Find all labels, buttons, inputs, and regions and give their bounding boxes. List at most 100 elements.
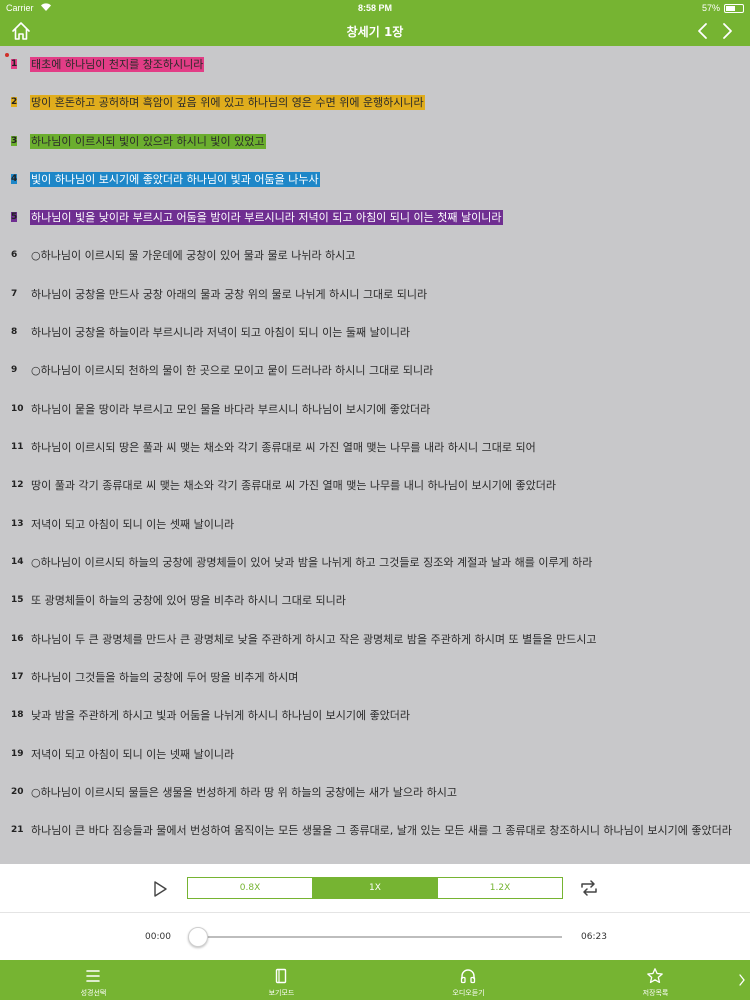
verse-number: 9 bbox=[11, 365, 18, 375]
verse-text: ○하나님이 이르시되 하늘의 궁창에 광명체들이 있어 낮과 밤을 나뉘게 하고… bbox=[30, 554, 740, 571]
verse-text: 하나님이 이르시되 빛이 있으라 하시니 빛이 있었고 bbox=[30, 133, 740, 150]
repeat-icon[interactable] bbox=[578, 878, 600, 898]
verse-text: 하나님이 빛을 낮이라 부르시고 어둠을 밤이라 부르시니라 저녁이 되고 아침… bbox=[30, 209, 740, 226]
verse-text-content: 태초에 하나님이 천지를 창조하시니라 bbox=[30, 57, 205, 72]
chevron-right-icon[interactable] bbox=[716, 20, 738, 42]
verse-text-content: 하나님이 빛을 낮이라 부르시고 어둠을 밤이라 부르시니라 저녁이 되고 아침… bbox=[30, 210, 503, 225]
speed-option-1-2x[interactable]: 1.2X bbox=[438, 878, 562, 898]
verse-number: 17 bbox=[11, 672, 24, 682]
verse-text-content: 하나님이 그것들을 하늘의 궁창에 두어 땅을 비추게 하시며 bbox=[31, 671, 299, 684]
battery-level bbox=[726, 6, 735, 11]
verse-text: ○하나님이 이르시되 천하의 물이 한 곳으로 모이고 뭍이 드러나라 하시니 … bbox=[30, 362, 740, 379]
verse-text-content: 낮과 밤을 주관하게 하시고 빛과 어둠을 나뉘게 하시니 하나님이 보시기에 … bbox=[31, 709, 411, 722]
verse-text: 하나님이 그것들을 하늘의 궁창에 두어 땅을 비추게 하시며 bbox=[30, 669, 740, 686]
chapter-title: 창세기 1장 bbox=[346, 25, 404, 39]
verse-text-content: ○하나님이 이르시되 하늘의 궁창에 광명체들이 있어 낮과 밤을 나뉘게 하고… bbox=[31, 556, 593, 569]
verse-text: 하나님이 이르시되 땅은 풀과 씨 맺는 채소와 각기 종류대로 씨 가진 열매… bbox=[30, 439, 740, 456]
tab-label: 성경선택 bbox=[80, 989, 107, 997]
tab-label: 오디오듣기 bbox=[452, 989, 485, 997]
speed-option-1x[interactable]: 1X bbox=[313, 878, 438, 898]
verse-text-content: 저녁이 되고 아침이 되니 이는 넷째 날이니라 bbox=[31, 748, 235, 761]
tab-saved-list[interactable]: 저장목록 bbox=[562, 960, 749, 1000]
verse-text: 태초에 하나님이 천지를 창조하시니라 bbox=[30, 56, 740, 73]
verse-number: 5 bbox=[11, 212, 18, 222]
verse-number: 13 bbox=[11, 519, 24, 529]
progress-track[interactable] bbox=[196, 936, 562, 938]
play-icon[interactable] bbox=[150, 879, 170, 899]
speed-option-0-8x[interactable]: 0.8X bbox=[188, 878, 313, 898]
verse-text-content: 땅이 혼돈하고 공허하며 흑암이 깊음 위에 있고 하나님의 영은 수면 위에 … bbox=[30, 95, 425, 110]
verse-text-content: 땅이 풀과 각기 종류대로 씨 맺는 채소와 각기 종류대로 씨 가진 열매 맺… bbox=[31, 479, 556, 492]
verse-number: 12 bbox=[11, 480, 24, 490]
verse-text: 하나님이 궁창을 하늘이라 부르시니라 저녁이 되고 아침이 되니 이는 둘째 … bbox=[30, 324, 740, 341]
verse-text: 땅이 풀과 각기 종류대로 씨 맺는 채소와 각기 종류대로 씨 가진 열매 맺… bbox=[30, 477, 740, 494]
verse-number: 3 bbox=[11, 136, 18, 146]
verse-number: 14 bbox=[11, 557, 24, 567]
verse-text-content: 저녁이 되고 아침이 되니 이는 셋째 날이니라 bbox=[31, 518, 235, 531]
verse-text: 하나님이 두 큰 광명체를 만드사 큰 광명체로 낮을 주관하게 하시고 작은 … bbox=[30, 631, 740, 648]
verse-text: 저녁이 되고 아침이 되니 이는 넷째 날이니라 bbox=[30, 746, 740, 763]
speed-selector: 0.8X 1X 1.2X bbox=[187, 877, 563, 899]
status-bar: Carrier 8:58 PM 57% bbox=[0, 0, 750, 16]
verse-text: 하나님이 뭍을 땅이라 부르시고 모인 물을 바다라 부르시니 하나님이 보시기… bbox=[30, 401, 740, 418]
current-time: 00:00 bbox=[145, 932, 171, 942]
verse-text: ○하나님이 이르시되 물들은 생물을 번성하게 하라 땅 위 하늘의 궁창에는 … bbox=[30, 784, 740, 801]
tab-bar: 성경선택 보기모드 오디오듣기 저장목록 bbox=[0, 960, 750, 1000]
verse-text-content: 또 광명체들이 하늘의 궁창에 있어 땅을 비추라 하시니 그대로 되니라 bbox=[31, 594, 346, 607]
total-time: 06:23 bbox=[581, 932, 607, 942]
verse-text-content: ○하나님이 이르시되 물들은 생물을 번성하게 하라 땅 위 하늘의 궁창에는 … bbox=[31, 786, 457, 799]
verse-text: 하나님이 큰 바다 짐승들과 물에서 번성하여 움직이는 모든 생물을 그 종류… bbox=[30, 822, 740, 839]
verse-text-content: 하나님이 궁창을 하늘이라 부르시니라 저녁이 되고 아침이 되니 이는 둘째 … bbox=[31, 326, 411, 339]
verse-number: 7 bbox=[11, 289, 18, 299]
verse-number: 21 bbox=[11, 825, 24, 835]
tab-bible-select[interactable]: 성경선택 bbox=[0, 960, 187, 1000]
verse-text: 저녁이 되고 아침이 되니 이는 셋째 날이니라 bbox=[30, 516, 740, 533]
tab-audio[interactable]: 오디오듣기 bbox=[375, 960, 562, 1000]
verse-number: 16 bbox=[11, 634, 24, 644]
list-icon bbox=[86, 970, 100, 982]
verse-text-content: 하나님이 이르시되 땅은 풀과 씨 맺는 채소와 각기 종류대로 씨 가진 열매… bbox=[31, 441, 536, 454]
verse-text-content: 빛이 하나님이 보시기에 좋았더라 하나님이 빛과 어둠을 나누사 bbox=[30, 172, 320, 187]
headphones-icon bbox=[460, 969, 476, 984]
chevron-right-icon[interactable] bbox=[738, 974, 746, 986]
verse-text: ○하나님이 이르시되 물 가운데에 궁창이 있어 물과 물로 나뉘라 하시고 bbox=[30, 247, 740, 264]
verse-number: 1 bbox=[11, 59, 18, 69]
verse-text: 또 광명체들이 하늘의 궁창에 있어 땅을 비추라 하시니 그대로 되니라 bbox=[30, 592, 740, 609]
verse-text-content: 하나님이 큰 바다 짐승들과 물에서 번성하여 움직이는 모든 생물을 그 종류… bbox=[31, 824, 732, 837]
verse-number: 18 bbox=[11, 710, 24, 720]
tab-view-mode[interactable]: 보기모드 bbox=[188, 960, 375, 1000]
verse-number: 4 bbox=[11, 174, 18, 184]
progress-thumb[interactable] bbox=[188, 927, 208, 947]
verse-number: 19 bbox=[11, 749, 24, 759]
star-icon bbox=[647, 968, 663, 984]
navigation-bar: 창세기 1장 bbox=[0, 16, 750, 46]
verse-text-content: 하나님이 두 큰 광명체를 만드사 큰 광명체로 낮을 주관하게 하시고 작은 … bbox=[31, 633, 597, 646]
verse-number: 15 bbox=[11, 595, 24, 605]
verse-number: 8 bbox=[11, 327, 18, 337]
verse-number: 20 bbox=[11, 787, 24, 797]
verse-text: 하나님이 궁창을 만드사 궁창 아래의 물과 궁창 위의 물로 나뉘게 하시니 … bbox=[30, 286, 740, 303]
tab-label: 보기모드 bbox=[268, 989, 295, 997]
bookmark-dot bbox=[5, 53, 9, 57]
tab-label: 저장목록 bbox=[642, 989, 669, 997]
audio-player: 0.8X 1X 1.2X 00:00 06:23 bbox=[0, 864, 750, 960]
battery-percent: 57% bbox=[701, 3, 720, 13]
status-time: 8:58 PM bbox=[357, 3, 392, 13]
verse-text-content: 하나님이 궁창을 만드사 궁창 아래의 물과 궁창 위의 물로 나뉘게 하시니 … bbox=[31, 288, 428, 301]
player-divider bbox=[0, 912, 750, 913]
verse-number: 6 bbox=[11, 250, 18, 260]
book-icon bbox=[275, 968, 287, 984]
verse-text-content: 하나님이 뭍을 땅이라 부르시고 모인 물을 바다라 부르시니 하나님이 보시기… bbox=[31, 403, 431, 416]
verse-text-content: ○하나님이 이르시되 물 가운데에 궁창이 있어 물과 물로 나뉘라 하시고 bbox=[31, 249, 356, 262]
verse-number: 2 bbox=[11, 97, 18, 107]
verse-text: 낮과 밤을 주관하게 하시고 빛과 어둠을 나뉘게 하시니 하나님이 보시기에 … bbox=[30, 707, 740, 724]
verse-number: 10 bbox=[11, 404, 24, 414]
battery-icon bbox=[724, 4, 744, 13]
verse-text: 땅이 혼돈하고 공허하며 흑암이 깊음 위에 있고 하나님의 영은 수면 위에 … bbox=[30, 94, 740, 111]
verse-number: 11 bbox=[11, 442, 24, 452]
verse-list[interactable]: 1 태초에 하나님이 천지를 창조하시니라 2 땅이 혼돈하고 공허하며 흑암이 깊음… bbox=[0, 46, 750, 864]
chevron-left-icon[interactable] bbox=[692, 20, 714, 42]
verse-text-content: 하나님이 이르시되 빛이 있으라 하시니 빛이 있었고 bbox=[30, 134, 266, 149]
verse-text-content: ○하나님이 이르시되 천하의 물이 한 곳으로 모이고 뭍이 드러나라 하시니 … bbox=[31, 364, 434, 377]
verse-text: 빛이 하나님이 보시기에 좋았더라 하나님이 빛과 어둠을 나누사 bbox=[30, 171, 740, 188]
